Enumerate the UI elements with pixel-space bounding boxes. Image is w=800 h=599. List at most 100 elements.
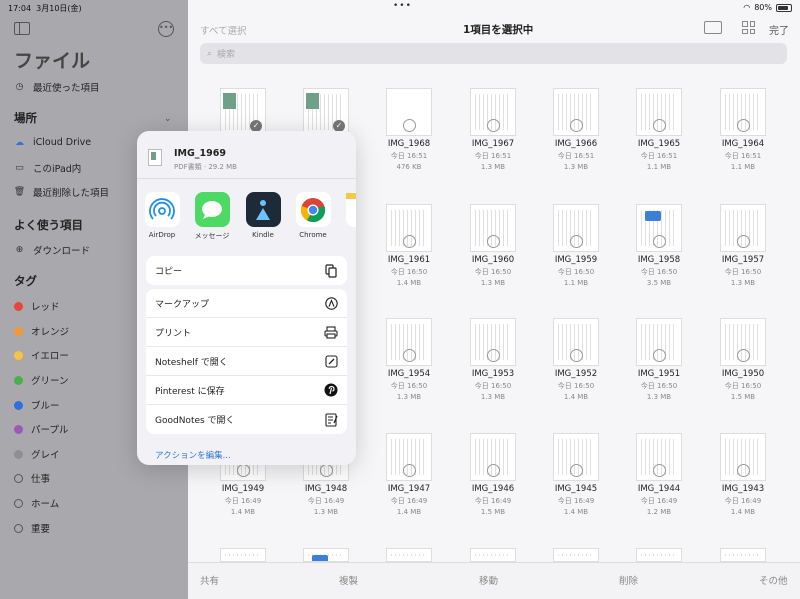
file-item[interactable]: IMG_1960 今日 16:50 1.3 MB	[453, 204, 533, 287]
share-app-airdrop[interactable]: AirDrop	[140, 192, 184, 239]
search-field[interactable]: ⌕ 検索	[200, 43, 787, 64]
share-file-name: IMG_1969	[174, 148, 226, 159]
file-item[interactable]: IMG_1954 今日 16:50 1.3 MB	[369, 318, 449, 401]
file-item[interactable]: IMG_1967 今日 16:51 1.3 MB	[453, 88, 533, 171]
file-item[interactable]: IMG_1950 今日 16:50 1.5 MB	[703, 318, 783, 401]
file-item[interactable]: IMG_1961 今日 16:50 1.4 MB	[369, 204, 449, 287]
tag-item[interactable]: イエロー	[14, 348, 69, 362]
file-item[interactable]: IMG_1959 今日 16:50 1.1 MB	[536, 204, 616, 287]
file-thumbnail	[636, 318, 682, 366]
file-item-partial[interactable]	[703, 548, 783, 562]
file-date: 今日 16:51	[557, 152, 595, 160]
file-item[interactable]: IMG_1968 今日 16:51 476 KB	[369, 88, 449, 171]
file-thumbnail	[386, 548, 432, 562]
done-button[interactable]: 完了	[769, 22, 789, 37]
delete-button[interactable]: 削除	[619, 573, 638, 587]
share-app-partial[interactable]	[341, 192, 356, 227]
file-name: IMG_1965	[637, 139, 681, 149]
file-item-partial[interactable]	[369, 548, 449, 562]
tag-item[interactable]: グリーン	[14, 373, 69, 387]
file-thumbnail	[636, 433, 682, 481]
share-app-kindle[interactable]: Kindle	[241, 192, 285, 239]
file-thumbnail	[553, 204, 599, 252]
action-markup[interactable]: マークアップ	[146, 289, 347, 318]
file-size: 1.1 MB	[646, 163, 672, 171]
tag-empty-dot	[14, 523, 23, 533]
tag-item[interactable]: 重要	[14, 521, 50, 535]
file-thumbnail	[303, 548, 349, 562]
tag-color-dot	[14, 424, 23, 434]
file-size: 1.4 MB	[563, 393, 589, 401]
multitasking-dots-icon[interactable]: •••	[393, 1, 412, 11]
more-options-icon[interactable]: •••	[158, 21, 174, 37]
action-copy[interactable]: コピー	[146, 256, 347, 285]
tag-empty-dot	[14, 473, 23, 483]
file-item-partial[interactable]	[619, 548, 699, 562]
file-item-partial[interactable]	[203, 548, 283, 562]
file-size: 1.2 MB	[646, 508, 672, 516]
file-item[interactable]: IMG_1953 今日 16:50 1.3 MB	[453, 318, 533, 401]
tag-item[interactable]: 仕事	[14, 471, 50, 485]
locations-header[interactable]: 場所	[14, 110, 37, 126]
file-name: IMG_1943	[721, 484, 765, 494]
tag-item[interactable]: グレイ	[14, 447, 60, 461]
file-item[interactable]: IMG_1947 今日 16:49 1.4 MB	[369, 433, 449, 516]
search-placeholder: 検索	[217, 50, 236, 60]
goodnotes-icon	[324, 412, 338, 427]
file-date: 今日 16:50	[557, 382, 595, 390]
sidebar-toggle-icon[interactable]	[14, 22, 30, 35]
duplicate-button[interactable]: 複製	[339, 573, 358, 587]
file-item-partial[interactable]	[536, 548, 616, 562]
share-button[interactable]: 共有	[200, 573, 219, 587]
share-app-messages[interactable]: メッセージ	[190, 192, 234, 241]
share-app-chrome[interactable]: Chrome	[291, 192, 335, 239]
edit-actions-link[interactable]: アクションを編集...	[155, 449, 231, 461]
file-name: IMG_1960	[471, 255, 515, 265]
file-item[interactable]: IMG_1945 今日 16:49 1.4 MB	[536, 433, 616, 516]
file-item[interactable]: IMG_1952 今日 16:50 1.4 MB	[536, 318, 616, 401]
tag-item[interactable]: ブルー	[14, 398, 60, 412]
sidebar-item-recents[interactable]: ◷ 最近使った項目	[14, 80, 100, 94]
file-size: 1.1 MB	[563, 279, 589, 287]
select-all-button[interactable]: すべて選択	[200, 23, 246, 37]
file-item[interactable]: IMG_1966 今日 16:51 1.3 MB	[536, 88, 616, 171]
tag-item[interactable]: レッド	[14, 299, 60, 313]
file-item[interactable]: IMG_1943 今日 16:49 1.4 MB	[703, 433, 783, 516]
action-pinterest[interactable]: Pinterest に保存	[146, 376, 347, 405]
chevron-down-icon[interactable]: ⌄	[164, 114, 172, 124]
action-print[interactable]: プリント	[146, 318, 347, 347]
more-button[interactable]: その他	[759, 573, 788, 587]
sidebar-item-downloads[interactable]: ⊕ ダウンロード	[14, 243, 90, 257]
file-item[interactable]: IMG_1951 今日 16:50 1.3 MB	[619, 318, 699, 401]
file-item[interactable]: IMG_1946 今日 16:49 1.5 MB	[453, 433, 533, 516]
favorites-header[interactable]: よく使う項目	[14, 217, 83, 233]
new-folder-icon[interactable]	[704, 21, 722, 34]
file-item[interactable]: IMG_1957 今日 16:50 1.3 MB	[703, 204, 783, 287]
file-name: IMG_1950	[721, 369, 765, 379]
sidebar-item-icloud[interactable]: ☁ iCloud Drive	[14, 137, 91, 148]
file-date: 今日 16:50	[474, 268, 512, 276]
file-item-partial[interactable]	[453, 548, 533, 562]
tag-item[interactable]: オレンジ	[14, 324, 69, 338]
action-goodnotes[interactable]: GoodNotes で開く	[146, 405, 347, 434]
file-item-partial[interactable]	[286, 548, 366, 562]
action-noteshelf[interactable]: Noteshelf で開く	[146, 347, 347, 376]
move-button[interactable]: 移動	[479, 573, 498, 587]
file-date: 今日 16:49	[390, 497, 428, 505]
file-date: 今日 16:49	[224, 497, 262, 505]
file-thumbnail	[386, 318, 432, 366]
view-grid-icon[interactable]	[742, 21, 755, 34]
sidebar-item-recently-deleted[interactable]: 🗑︎ 最近削除した項目	[14, 185, 109, 199]
airdrop-icon	[144, 192, 180, 227]
tag-item[interactable]: ホーム	[14, 496, 59, 510]
tags-header[interactable]: タグ	[14, 273, 37, 289]
file-thumbnail	[636, 204, 682, 252]
tag-item[interactable]: パープル	[14, 422, 68, 436]
file-item[interactable]: IMG_1958 今日 16:50 3.5 MB	[619, 204, 699, 287]
sidebar-item-ipad[interactable]: ▭ このiPad内	[14, 161, 81, 175]
file-thumbnail: ✓	[303, 88, 349, 136]
status-time: 17:04 3月10日(金)	[8, 4, 82, 13]
file-item[interactable]: IMG_1944 今日 16:49 1.2 MB	[619, 433, 699, 516]
file-item[interactable]: IMG_1964 今日 16:51 1.1 MB	[703, 88, 783, 171]
file-item[interactable]: IMG_1965 今日 16:51 1.1 MB	[619, 88, 699, 171]
